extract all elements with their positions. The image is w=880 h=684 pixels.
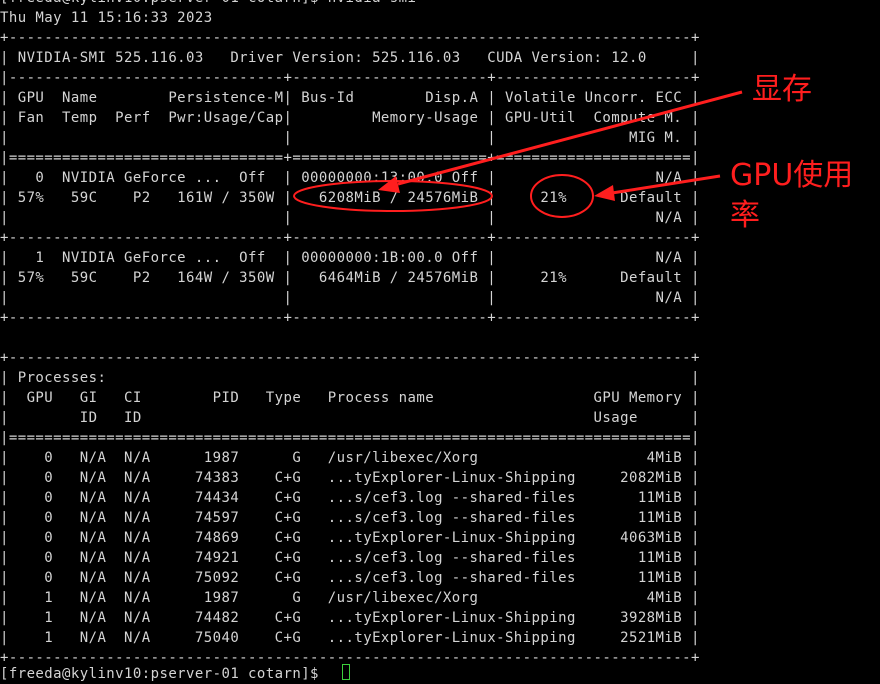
gpu-util-arrow-head (594, 185, 615, 201)
gpu-util-annotation-label-cont: 率 (730, 198, 760, 233)
gpu-util-arrow-line (611, 174, 721, 195)
gpu-util-highlight (530, 174, 594, 218)
memory-arrow-head (378, 176, 400, 193)
gpu-util-annotation-label: GPU使用 (730, 158, 854, 193)
memory-arrow-line (397, 90, 743, 186)
annotation-overlay (293, 90, 743, 218)
memory-annotation-label: 显存 (752, 72, 812, 107)
